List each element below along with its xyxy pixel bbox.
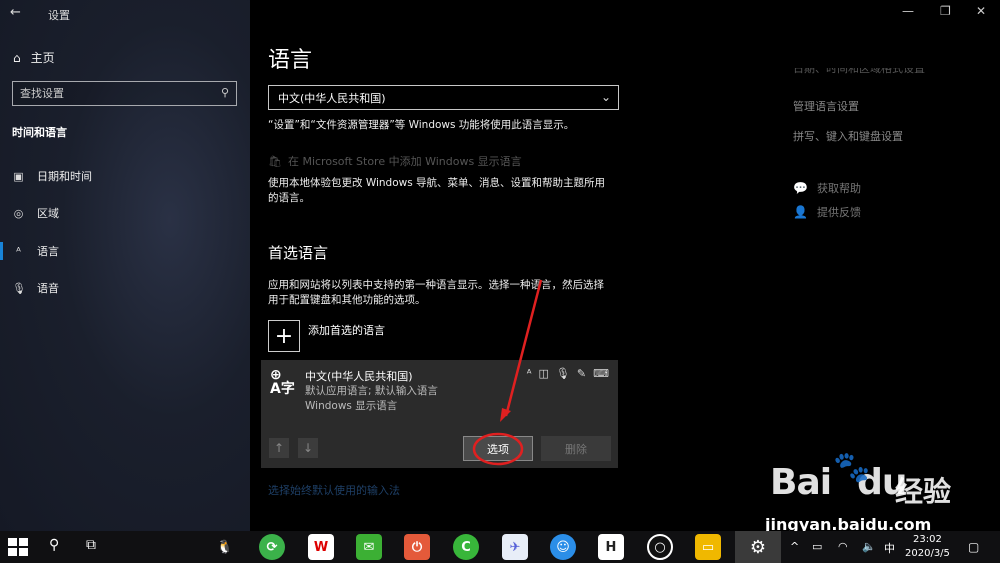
give-feedback-label: 提供反馈 [817, 206, 861, 219]
plus-icon: + [268, 320, 300, 352]
hbuilder-icon[interactable]: H [598, 534, 624, 560]
help-chat-icon: 💬 [793, 181, 808, 195]
get-help-link[interactable]: 💬 获取帮助 [793, 180, 861, 196]
refresh-app-icon[interactable]: ⟳ [259, 534, 285, 560]
clock[interactable]: 23:02 2020/3/5 [905, 533, 950, 561]
language-font-icon: ⊕ A字 [270, 367, 295, 397]
taskbar: ⚲ ⧉ 🐧 ⟳ W ✉ ⏻ C ✈ ☺ H ○ ▭ ⚙ ^ ▭ ◠ 🔈 中 23… [0, 531, 1000, 563]
display-language-dropdown[interactable]: 中文(中华人民共和国) ⌄ [268, 85, 619, 110]
battery-icon[interactable]: ▭ [812, 540, 822, 553]
chevron-down-icon: ⌄ [600, 90, 611, 104]
add-language-label: 添加首选的语言 [308, 324, 385, 337]
sidebar-item-speech[interactable]: 🎙 语音 [12, 277, 59, 299]
speech-feature-icon: ◫ [538, 367, 549, 380]
handwriting-feature-icon: ✎ [576, 367, 587, 380]
close-button[interactable]: ✕ [976, 4, 986, 18]
display-language-description: “设置”和“文件资源管理器”等 Windows 功能将使用此语言显示。 [268, 119, 575, 131]
default-input-method-link[interactable]: 选择始终默认使用的输入法 [268, 482, 400, 498]
add-language-button[interactable]: + 添加首选的语言 [268, 320, 385, 352]
page-title: 语言 [268, 48, 313, 73]
taskbar-search-icon[interactable]: ⚲ [49, 537, 59, 553]
related-link-partial[interactable]: 日期、时间和区域格式设置 [793, 68, 925, 77]
clock-time: 23:02 [913, 534, 942, 545]
feedback-icon: 👤 [793, 205, 808, 219]
back-arrow-icon[interactable]: ← [10, 5, 21, 20]
file-explorer-icon[interactable]: ▭ [695, 534, 721, 560]
language-icon: ᴬ [16, 244, 21, 258]
active-indicator [0, 242, 3, 260]
sidebar-item-language[interactable]: ᴬ 语言 [12, 240, 59, 262]
paw-icon: 🐾 [833, 450, 871, 485]
sidebar-item-label: 日期和时间 [37, 170, 92, 183]
microphone-feature-icon: 🎙 [555, 367, 570, 380]
calendar-clock-icon: ▣ [13, 169, 24, 183]
description-line: 应用和网站将以列表中支持的第一种语言显示。选择一种语言，然后选择 [268, 279, 604, 291]
wps-icon[interactable]: W [308, 534, 334, 560]
store-icon: 🛍 [268, 154, 282, 168]
keyboard-feature-icon: ⌨ [593, 367, 609, 380]
sidebar: ← 设置 ⌂ 主页 ⚲ 时间和语言 ▣ 日期和时间 ◎ 区域 ᴬ 语言 🎙 语音 [0, 0, 250, 531]
local-experience-line: 的语言。 [268, 192, 310, 204]
tray-overflow-icon[interactable]: ^ [790, 540, 799, 553]
get-help-label: 获取帮助 [817, 182, 861, 195]
ime-indicator[interactable]: 中 [884, 540, 895, 556]
home-label: 主页 [30, 51, 55, 65]
green-c-app-icon[interactable]: C [453, 534, 479, 560]
move-up-button[interactable]: ↑ [269, 438, 289, 458]
store-link-label: 在 Microsoft Store 中添加 Windows 显示语言 [287, 155, 522, 168]
task-view-icon[interactable]: ⧉ [86, 537, 96, 553]
clock-date: 2020/3/5 [905, 548, 950, 559]
qq-penguin-icon[interactable]: 🐧 [212, 534, 238, 560]
settings-gear-icon[interactable]: ⚙ [735, 531, 781, 563]
section-title: 时间和语言 [12, 126, 67, 139]
qq-blue-icon[interactable]: ☺ [550, 534, 576, 560]
baidu-jingyan-text: 经验 [895, 475, 952, 508]
preferred-languages-description: 应用和网站将以列表中支持的第一种语言显示。选择一种语言，然后选择 用于配置键盘和… [268, 278, 604, 308]
language-sub-info: Windows 显示语言 [305, 400, 398, 412]
globe-icon: ◎ [13, 206, 24, 220]
circle-app-icon[interactable]: ○ [647, 534, 673, 560]
minimize-button[interactable]: — [902, 4, 914, 18]
spelling-typing-keyboard-link[interactable]: 拼写、键入和键盘设置 [793, 128, 903, 144]
language-card[interactable]: ⊕ A字 中文(中华人民共和国) 默认应用语言; 默认输入语言 Windows 显… [261, 360, 618, 468]
power-app-icon[interactable]: ⏻ [404, 534, 430, 560]
delete-button[interactable]: 删除 [541, 436, 611, 461]
notification-icon[interactable]: ▢ [968, 540, 979, 554]
local-experience-line: 使用本地体验包更改 Windows 导航、菜单、消息、设置和帮助主题所用 [268, 177, 606, 189]
give-feedback-link[interactable]: 👤 提供反馈 [793, 204, 861, 220]
sidebar-item-home[interactable]: ⌂ 主页 [13, 49, 55, 66]
sidebar-item-region[interactable]: ◎ 区域 [12, 202, 59, 224]
local-experience-text: 使用本地体验包更改 Windows 导航、菜单、消息、设置和帮助主题所用 的语言… [268, 176, 605, 206]
language-name: 中文(中华人民共和国) [305, 370, 413, 383]
wechat-icon[interactable]: ✉ [356, 534, 382, 560]
language-feature-icons: ᴬ ◫ 🎙 ✎ ⌨ [527, 367, 609, 380]
options-button[interactable]: 选项 [463, 436, 533, 461]
search-box[interactable]: ⚲ [12, 81, 237, 106]
manage-language-settings-link[interactable]: 管理语言设置 [793, 98, 859, 114]
windows-start-icon[interactable] [8, 538, 28, 556]
dropdown-value: 中文(中华人民共和国) [278, 91, 386, 105]
sidebar-item-label: 语言 [37, 245, 59, 258]
search-input[interactable] [13, 82, 203, 105]
language-sub-info: 默认应用语言; 默认输入语言 [305, 385, 438, 397]
home-icon: ⌂ [13, 50, 21, 65]
sidebar-item-label: 语音 [37, 282, 59, 295]
title-bar: ← 设置 [0, 0, 250, 26]
preferred-languages-title: 首选语言 [268, 244, 329, 262]
microphone-icon: 🎙 [12, 281, 26, 295]
restore-button[interactable]: ❐ [940, 4, 951, 18]
app-title: 设置 [48, 9, 70, 22]
sidebar-item-label: 区域 [37, 207, 59, 220]
search-icon[interactable]: ⚲ [221, 86, 229, 99]
feishu-icon[interactable]: ✈ [502, 534, 528, 560]
sidebar-item-datetime[interactable]: ▣ 日期和时间 [12, 165, 92, 187]
display-language-feature-icon: ᴬ [526, 367, 532, 380]
store-link[interactable]: 🛍 在 Microsoft Store 中添加 Windows 显示语言 [268, 153, 522, 169]
description-line: 用于配置键盘和其他功能的选项。 [268, 294, 426, 306]
baidu-watermark: Bai du 🐾 经验 jingyan.baidu.com [760, 450, 1000, 534]
move-down-button[interactable]: ↓ [298, 438, 318, 458]
wifi-icon[interactable]: ◠ [838, 540, 848, 553]
volume-icon[interactable]: 🔈 [862, 540, 876, 553]
